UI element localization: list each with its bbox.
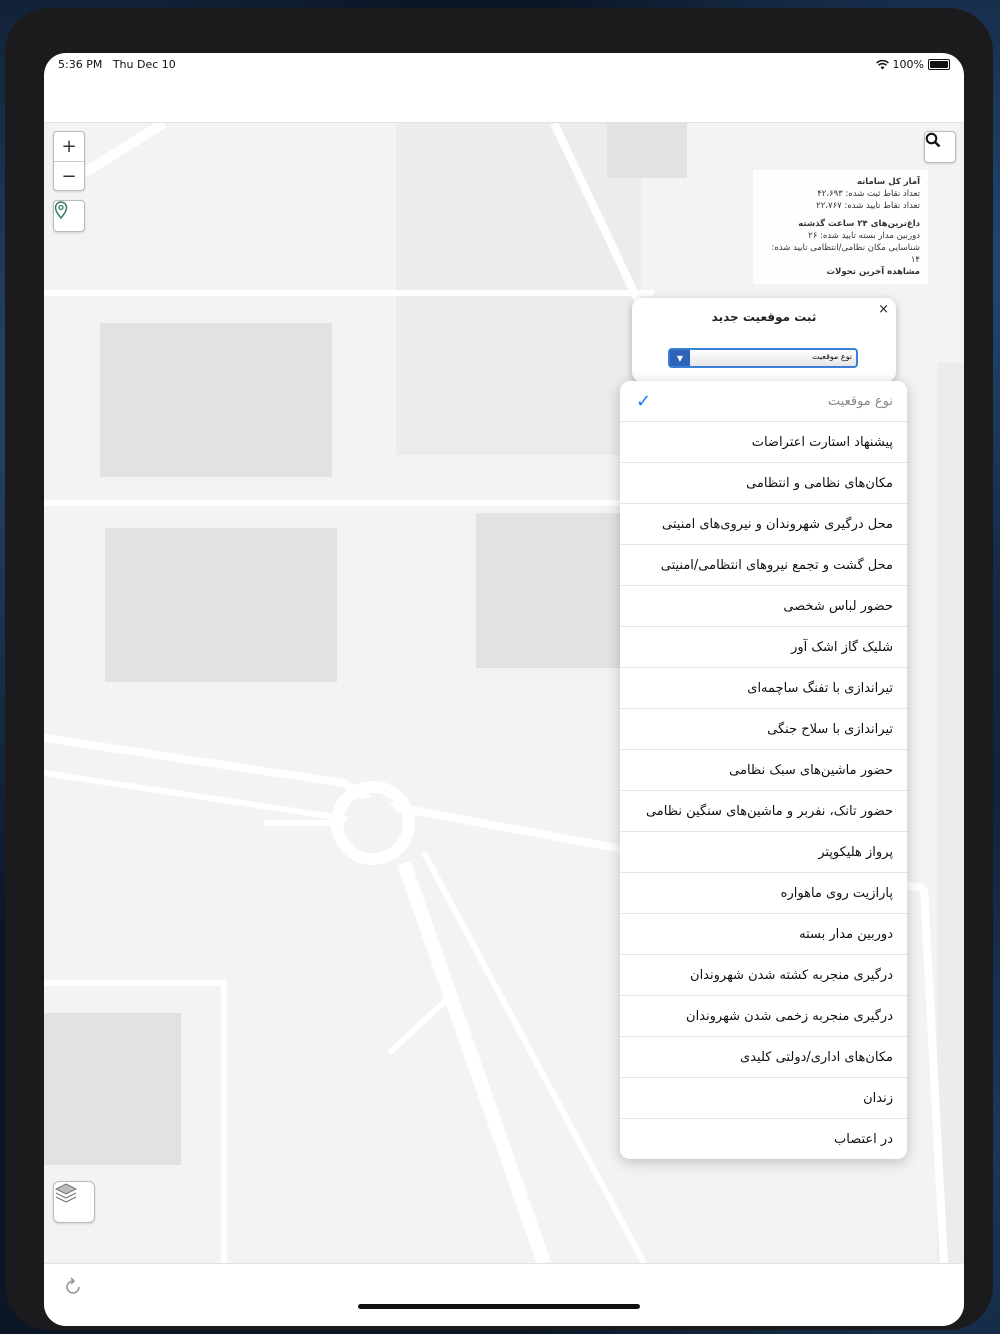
zoom-in-button[interactable]: +: [54, 132, 84, 162]
dropdown-option[interactable]: درگیری منجربه کشته شدن شهروندان: [620, 955, 907, 996]
search-button[interactable]: [924, 131, 956, 163]
dropdown-option-label: مکان‌های نظامی و انتظامی: [746, 475, 893, 491]
locate-button[interactable]: [53, 200, 85, 232]
battery-percent: 100%: [892, 58, 924, 71]
dropdown-option-label: حضور تانک، نفربر و ماشین‌های سنگین نظامی: [645, 803, 893, 819]
dropdown-option[interactable]: درگیری منجربه زخمی شدن شهروندان: [620, 996, 907, 1037]
status-bar: 5:36 PM Thu Dec 10 100%: [44, 53, 964, 75]
dropdown-option[interactable]: حضور ماشین‌های سبک نظامی: [620, 750, 907, 791]
dropdown-option[interactable]: زندان: [620, 1078, 907, 1119]
dropdown-option-label: در اعتصاب: [834, 1132, 893, 1147]
stats-latest-link[interactable]: مشاهده آخرین تحولات: [761, 266, 920, 278]
zoom-control: + −: [53, 131, 85, 191]
dropdown-option[interactable]: دوربین مدار بسته: [620, 914, 907, 955]
dropdown-option[interactable]: نوع موقعیت ✓: [620, 381, 907, 422]
dropdown-option-label: تیراندازی با سلاح جنگی: [767, 721, 893, 737]
dropdown-option-label: پیشنهاد استارت اعتراضات: [751, 434, 893, 450]
checkmark-icon: ✓: [636, 391, 652, 412]
dropdown-option[interactable]: حضور تانک، نفربر و ماشین‌های سنگین نظامی: [620, 791, 907, 832]
dropdown-option-label: نوع موقعیت: [827, 393, 893, 409]
dropdown-option-label: محل درگیری شهروندان و نیروی‌های امنیتی: [662, 516, 893, 532]
layers-icon: [54, 1183, 78, 1203]
dropdown-option[interactable]: محل درگیری شهروندان و نیروی‌های امنیتی: [620, 504, 907, 545]
dropdown-option-label: مکان‌های اداری/دولتی کلیدی: [740, 1049, 893, 1065]
dropdown-option-label: زندان: [863, 1090, 893, 1106]
status-date: Thu Dec 10: [112, 58, 176, 71]
dropdown-option[interactable]: شلیک گاز اشک آور: [620, 627, 907, 668]
dropdown-option-label: دوربین مدار بسته: [799, 926, 893, 942]
map-pin-icon: [54, 201, 68, 219]
dropdown-option[interactable]: تیراندازی با سلاح جنگی: [620, 709, 907, 750]
dropdown-option[interactable]: پرواز هلیکوپتر: [620, 832, 907, 873]
location-type-select[interactable]: ▼ نوع موقعیت: [668, 348, 858, 368]
status-time: 5:36 PM Thu Dec 10: [58, 58, 176, 71]
status-right: 100%: [875, 58, 950, 71]
bottom-toolbar: [44, 1263, 964, 1326]
stats-military-count: ۱۴: [910, 255, 920, 265]
dropdown-option[interactable]: مکان‌های اداری/دولتی کلیدی: [620, 1037, 907, 1078]
dropdown-option-label: پارازیت روی ماهواره: [780, 885, 893, 901]
dropdown-option[interactable]: حضور لباس شخصی: [620, 586, 907, 627]
statistics-panel: آمار کل سامانه تعداد نقاط ثبت شده: ۴۲،۶۹…: [753, 170, 928, 284]
layers-button[interactable]: [53, 1181, 95, 1223]
dropdown-option[interactable]: پیشنهاد استارت اعتراضات: [620, 422, 907, 463]
home-indicator: [358, 1304, 640, 1309]
app-header: [44, 75, 964, 123]
refresh-icon[interactable]: [62, 1276, 84, 1298]
dropdown-option[interactable]: محل گشت و تجمع نیروهای انتظامی/امنیتی: [620, 545, 907, 586]
dropdown-option-label: شلیک گاز اشک آور: [791, 639, 893, 655]
dropdown-option-label: درگیری منجربه زخمی شدن شهروندان: [686, 1008, 893, 1024]
battery-icon: [928, 59, 950, 70]
dropdown-option[interactable]: مکان‌های نظامی و انتظامی: [620, 463, 907, 504]
close-icon[interactable]: ×: [878, 302, 889, 317]
stats-hot-title: داغ‌ترین‌های ۲۴ ساعت گذشته: [798, 219, 920, 229]
stats-confirmed: تعداد نقاط تایید شده: ۲۲،۷۶۷: [816, 201, 920, 211]
chevron-down-icon: ▼: [670, 350, 690, 366]
dropdown-option-label: حضور ماشین‌های سبک نظامی: [729, 762, 893, 778]
dropdown-option-label: حضور لباس شخصی: [783, 598, 893, 614]
zoom-out-button[interactable]: −: [54, 162, 84, 191]
search-icon: [925, 132, 941, 148]
popup-title: ثبت موقعیت جدید: [711, 310, 817, 324]
dropdown-option[interactable]: پارازیت روی ماهواره: [620, 873, 907, 914]
stats-cctv: دوربین مدار بسته تایید شده: ۲۶: [808, 231, 920, 241]
dropdown-option-label: تیراندازی با تفنگ ساچمه‌ای: [747, 680, 893, 696]
dropdown-option[interactable]: تیراندازی با تفنگ ساچمه‌ای: [620, 668, 907, 709]
stats-military: شناسایی مکان نظامی/انتظامی تایید شده:: [771, 243, 921, 253]
stats-title: آمار کل سامانه: [856, 177, 920, 187]
dropdown-option-label: درگیری منجربه کشته شدن شهروندان: [690, 967, 893, 983]
wifi-icon: [875, 59, 889, 69]
stats-registered: تعداد نقاط ثبت شده: ۴۲،۶۹۳: [817, 189, 920, 199]
dropdown-option-label: محل گشت و تجمع نیروهای انتظامی/امنیتی: [660, 557, 893, 573]
dropdown-option[interactable]: در اعتصاب: [620, 1119, 907, 1159]
dropdown-caret: [756, 369, 780, 381]
dropdown-option-label: پرواز هلیکوپتر: [818, 844, 893, 860]
select-value: نوع موقعیت: [811, 352, 852, 361]
location-type-dropdown: نوع موقعیت ✓ پیشنهاد استارت اعتراضات مکان‌ه…: [620, 381, 907, 1159]
